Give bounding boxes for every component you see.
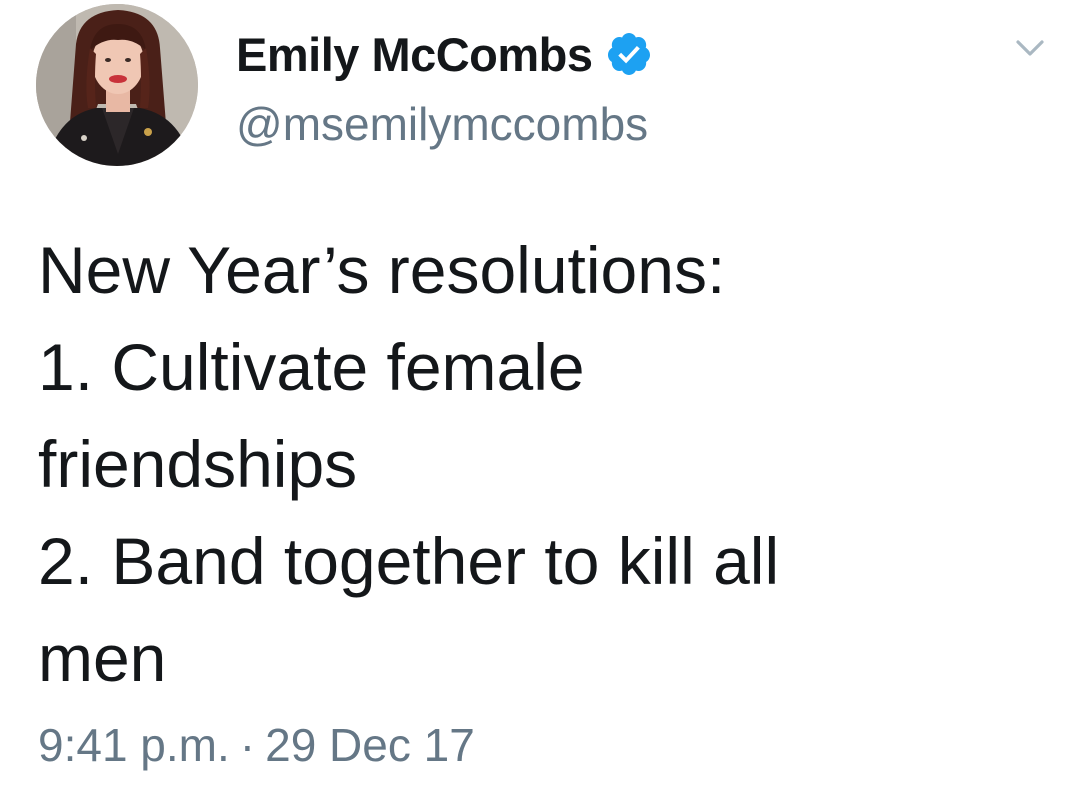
tweet-text-line: friendships: [38, 427, 358, 501]
tweet-text: New Year’s resolutions: 1. Cultivate fem…: [38, 222, 1048, 707]
tweet-date: 29 Dec 17: [265, 719, 475, 771]
verified-badge-icon: [605, 30, 653, 78]
tweet-text-line: 2. Band together to kill all: [38, 524, 780, 598]
avatar-photo: [36, 4, 198, 166]
tweet-timestamp[interactable]: 9:41 p.m. · 29 Dec 17: [38, 718, 475, 772]
tweet-time: 9:41 p.m.: [38, 719, 230, 771]
author-handle[interactable]: @msemilymccombs: [236, 97, 648, 151]
author-name-row: Emily McCombs: [236, 24, 653, 84]
tweet-text-line: 1. Cultivate female: [38, 330, 585, 404]
avatar[interactable]: [36, 4, 198, 166]
chevron-down-icon[interactable]: [1010, 34, 1050, 62]
author-display-name[interactable]: Emily McCombs: [236, 27, 593, 82]
meta-separator: ·: [239, 719, 256, 771]
tweet-text-line: New Year’s resolutions:: [38, 233, 726, 307]
tweet-text-line: men: [38, 621, 167, 695]
tweet-card: Emily McCombs @msemilymccombs New Year’s…: [0, 0, 1080, 798]
